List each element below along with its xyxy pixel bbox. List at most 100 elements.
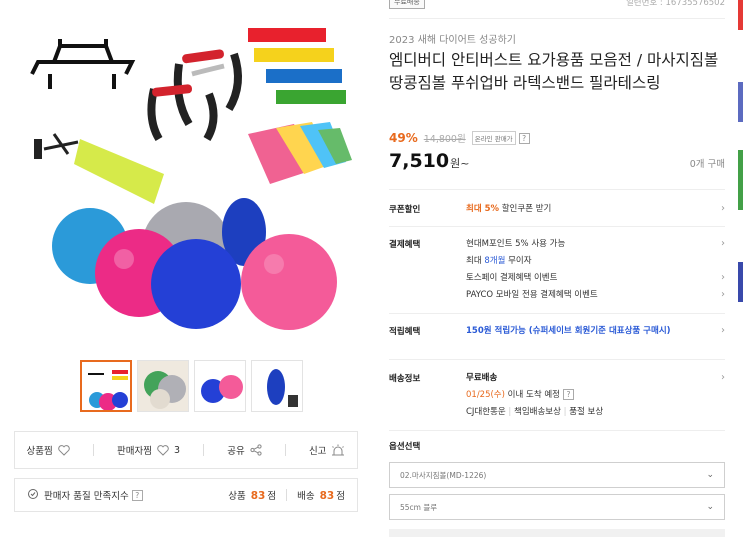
strap-image bbox=[34, 133, 164, 204]
help-icon[interactable]: ? bbox=[518, 132, 530, 144]
divider bbox=[286, 489, 288, 501]
sale-price: 7,510 bbox=[389, 150, 450, 172]
payment-item-text: PAYCO 모바일 전용 결제혜택 이벤트 bbox=[466, 290, 598, 300]
delivery-score-value: 83 bbox=[319, 490, 335, 502]
points-content: 150원 적립가능 (슈퍼세이브 회원기준 대표상품 구매시) › bbox=[466, 325, 725, 342]
seller-like-button[interactable]: 판매자찜 3 bbox=[117, 443, 181, 458]
resistance-bands-image bbox=[248, 28, 346, 104]
product-actions-bar: 상품찜 판매자찜 3 공유 신고 bbox=[14, 431, 358, 469]
points-label: 적립혜택 bbox=[389, 327, 421, 337]
gym-balls-image bbox=[52, 198, 337, 330]
payment-item-text: 최대 bbox=[466, 256, 485, 266]
divider bbox=[203, 444, 205, 456]
help-icon[interactable]: ? bbox=[562, 389, 574, 400]
purchase-count: 0개 구매 bbox=[689, 159, 725, 170]
option-select-1[interactable]: 02.마사지짐볼(MD-1226) ⌄ bbox=[389, 462, 725, 488]
option-select-label: 옵션선택 bbox=[389, 442, 421, 452]
carrier: CJ대한통운 bbox=[466, 407, 506, 417]
product-main-image[interactable] bbox=[14, 14, 358, 344]
option-select-1-value: 02.마사지짐볼(MD-1226) bbox=[400, 470, 487, 480]
payment-item-text: 무이자 bbox=[505, 256, 532, 266]
chevron-right-icon[interactable]: › bbox=[721, 325, 725, 337]
heart-icon bbox=[157, 444, 169, 456]
payment-item-highlight: 8개월 bbox=[484, 256, 506, 266]
original-price: 14,800원 bbox=[423, 134, 466, 145]
payment-item-text: 현대M포인트 5% 사용 가능 bbox=[466, 239, 566, 249]
discount-rate: 49% bbox=[389, 131, 418, 145]
coupon-text: 할인쿠폰 받기 bbox=[499, 204, 552, 214]
delivery-content: 무료배송 › 01/25(수) 이내 도착 예정? CJ대한통운 | 책임배송보상… bbox=[466, 372, 725, 417]
delivery-score-label: 배송 bbox=[297, 491, 315, 502]
payment-item[interactable]: PAYCO 모바일 전용 결제혜택 이벤트 › bbox=[466, 289, 725, 306]
delivery-row: 배송정보 무료배송 › 01/25(수) 이내 도착 예정? CJ대한통운 | 책… bbox=[389, 372, 725, 424]
product-subtitle: 2023 새해 다이어트 성공하기 bbox=[389, 35, 516, 46]
pushup-bar-image bbox=[147, 49, 242, 142]
coupon-label: 쿠폰할인 bbox=[389, 205, 421, 215]
satisfaction-label: 판매자 품질 만족지수 bbox=[44, 491, 129, 502]
share-button[interactable]: 공유 bbox=[227, 443, 262, 457]
coupon-content: 최대 5% 할인쿠폰 받기 › bbox=[466, 203, 725, 220]
chevron-right-icon[interactable]: › bbox=[721, 238, 725, 250]
price-unit: 원~ bbox=[450, 157, 470, 170]
payment-item[interactable]: 현대M포인트 5% 사용 가능 › bbox=[466, 238, 725, 255]
chevron-right-icon[interactable]: › bbox=[721, 272, 725, 284]
payment-content: 현대M포인트 5% 사용 가능 › 최대 8개월 무이자 토스페이 결제혜택 이벤… bbox=[466, 238, 725, 306]
score-unit: 점 bbox=[336, 491, 345, 502]
latex-bands-image bbox=[248, 122, 352, 184]
satisfaction-scores: 상품 83 점 배송 83 점 bbox=[228, 488, 345, 502]
chevron-down-icon: ⌄ bbox=[706, 470, 714, 480]
online-price-badge: 온라인 판매가 bbox=[471, 131, 516, 145]
thumbnail-strip bbox=[80, 360, 303, 412]
share-label: 공유 bbox=[227, 446, 245, 457]
medal-icon bbox=[27, 488, 39, 503]
option-select-2-value: 55cm 블루 bbox=[400, 502, 438, 512]
divider bbox=[389, 18, 725, 19]
product-score: 상품 83 점 bbox=[228, 488, 276, 502]
coupon-highlight: 최대 5% bbox=[466, 204, 500, 214]
pullup-bar-image bbox=[30, 39, 136, 89]
score-unit: 점 bbox=[267, 491, 277, 502]
delivery-label: 배송정보 bbox=[389, 374, 421, 384]
price-row: 7,510 원~ 0개 구매 bbox=[389, 150, 725, 172]
thumbnail-3[interactable] bbox=[194, 360, 246, 412]
option-select-2[interactable]: 55cm 블루 ⌄ bbox=[389, 494, 725, 520]
report-label: 신고 bbox=[308, 446, 327, 457]
chevron-right-icon[interactable]: › bbox=[721, 289, 725, 301]
product-title: 엠디버디 안티버스트 요가용품 모음전 / 마사지짐볼 땅콩짐볼 푸쉬업바 라텍… bbox=[389, 51, 719, 92]
divider bbox=[389, 313, 725, 314]
product-score-value: 83 bbox=[250, 490, 266, 502]
seller-like-label: 판매자찜 bbox=[117, 446, 152, 457]
edge-accent bbox=[738, 0, 743, 30]
thumbnail-2[interactable] bbox=[137, 360, 189, 412]
divider bbox=[389, 189, 725, 190]
points-row[interactable]: 적립혜택 150원 적립가능 (슈퍼세이브 회원기준 대표상품 구매시) › bbox=[389, 325, 725, 341]
report-button[interactable]: 신고 bbox=[309, 443, 345, 457]
chevron-right-icon[interactable]: › bbox=[721, 203, 725, 215]
points-text: 150원 적립가능 (슈퍼세이브 회원기준 대표상품 구매시) bbox=[466, 326, 671, 336]
product-score-label: 상품 bbox=[228, 491, 246, 502]
discount-row: 49% 14,800원 온라인 판매가 ? bbox=[389, 131, 530, 145]
edge-accent bbox=[738, 150, 743, 210]
divider bbox=[284, 444, 286, 456]
seller-like-count: 3 bbox=[173, 444, 181, 456]
product-number: 일련번호 : 16735576502 bbox=[625, 0, 725, 8]
delivery-type: 무료배송 bbox=[466, 373, 498, 383]
chevron-right-icon[interactable]: › bbox=[721, 372, 725, 384]
thumbnail-4[interactable] bbox=[251, 360, 303, 412]
payment-item: 최대 8개월 무이자 bbox=[466, 255, 725, 272]
coupon-row[interactable]: 쿠폰할인 최대 5% 할인쿠폰 받기 › bbox=[389, 203, 725, 219]
divider bbox=[389, 226, 725, 227]
divider bbox=[389, 430, 725, 431]
bottom-strip bbox=[389, 529, 725, 537]
payment-benefits-row: 결제혜택 현대M포인트 5% 사용 가능 › 최대 8개월 무이자 토스페이 결제… bbox=[389, 238, 725, 308]
thumbnail-1[interactable] bbox=[80, 360, 132, 412]
payment-item-text: 토스페이 결제혜택 이벤트 bbox=[466, 273, 558, 283]
delivery-date-suffix: 이내 도착 예정 bbox=[504, 390, 560, 400]
help-icon[interactable]: ? bbox=[131, 489, 143, 501]
seller-satisfaction-bar: 판매자 품질 만족지수 ? 상품 83 점 배송 83 점 bbox=[14, 478, 358, 512]
product-like-button[interactable]: 상품찜 bbox=[27, 443, 70, 457]
edge-accent bbox=[738, 82, 743, 122]
heart-icon bbox=[58, 444, 70, 456]
payment-label: 결제혜택 bbox=[389, 240, 421, 250]
payment-item[interactable]: 토스페이 결제혜택 이벤트 › bbox=[466, 272, 725, 289]
